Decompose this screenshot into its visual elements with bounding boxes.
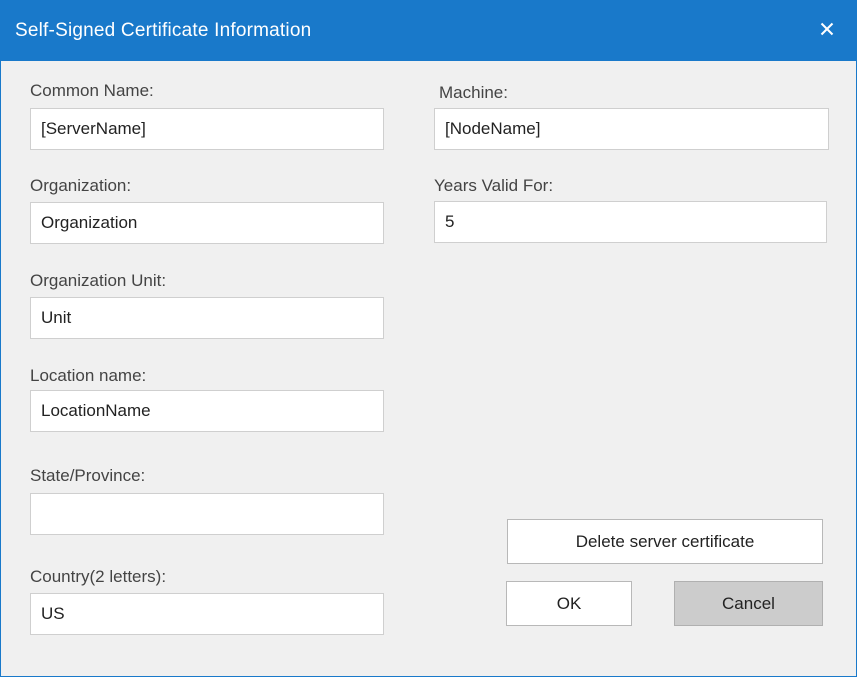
certificate-dialog: Self-Signed Certificate Information Comm… <box>0 0 857 677</box>
dialog-title: Self-Signed Certificate Information <box>15 20 312 41</box>
state-province-label: State/Province: <box>30 466 146 485</box>
title-bar[interactable]: Self-Signed Certificate Information <box>1 1 856 61</box>
machine-input[interactable] <box>434 108 829 150</box>
organization-label: Organization: <box>30 176 132 195</box>
state-province-input[interactable] <box>30 493 384 535</box>
common-name-input[interactable] <box>30 108 384 150</box>
ok-button[interactable]: OK <box>506 581 632 626</box>
close-icon <box>820 22 834 36</box>
country-label: Country(2 letters): <box>30 567 167 586</box>
cancel-button[interactable]: Cancel <box>674 581 823 626</box>
location-name-label: Location name: <box>30 366 147 385</box>
organization-unit-label: Organization Unit: <box>30 271 167 290</box>
years-valid-label: Years Valid For: <box>434 176 554 195</box>
common-name-label: Common Name: <box>30 81 154 100</box>
country-input[interactable] <box>30 593 384 635</box>
organization-input[interactable] <box>30 202 384 244</box>
close-button[interactable] <box>798 1 856 57</box>
years-valid-input[interactable] <box>434 201 827 243</box>
machine-label: Machine: <box>439 83 508 102</box>
organization-unit-input[interactable] <box>30 297 384 339</box>
location-name-input[interactable] <box>30 390 384 432</box>
delete-server-certificate-button[interactable]: Delete server certificate <box>507 519 823 564</box>
